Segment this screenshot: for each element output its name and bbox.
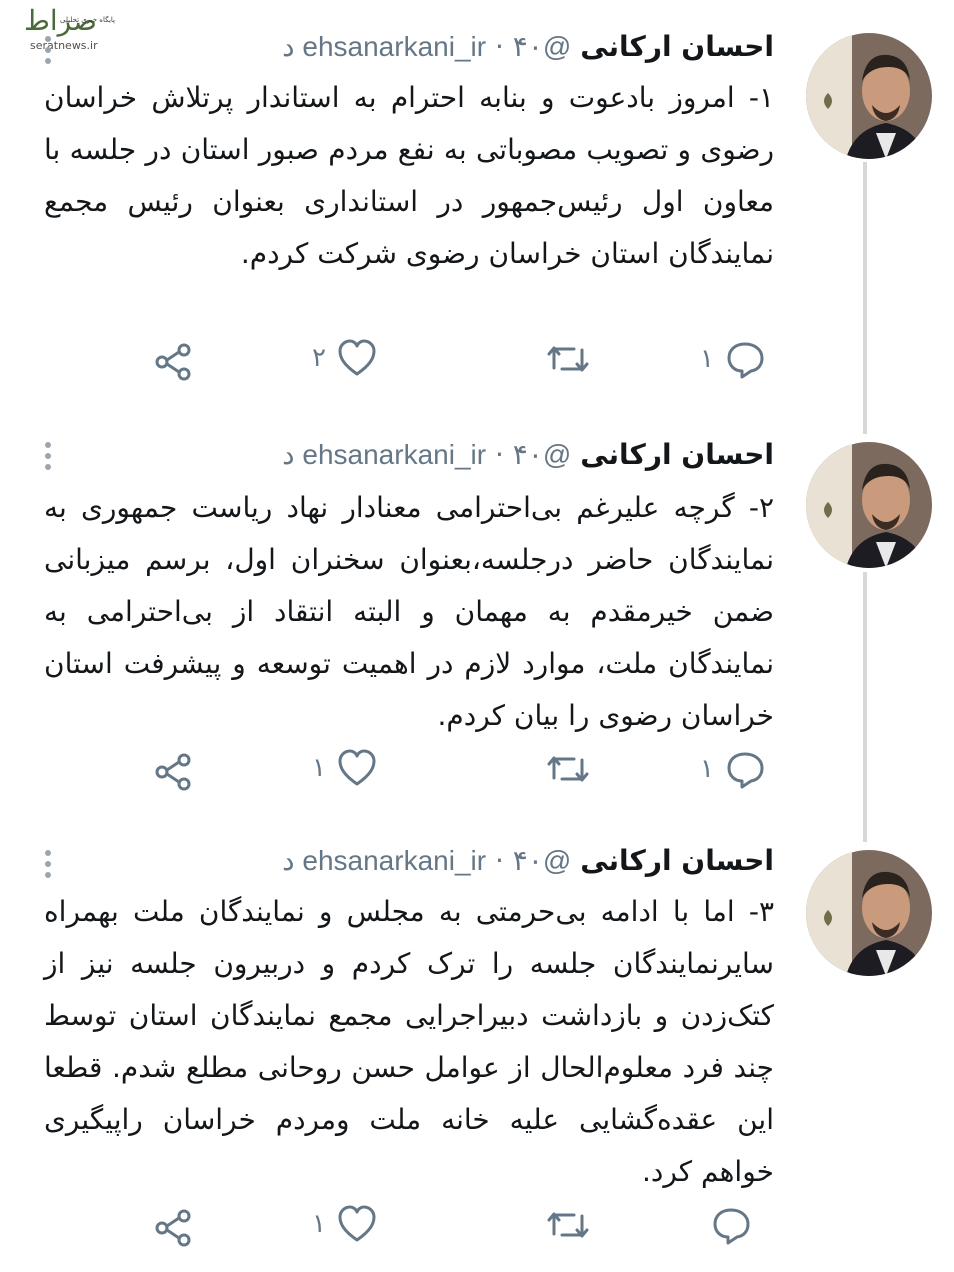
author-name[interactable]: احسان ارکانی <box>580 844 774 877</box>
reply-icon <box>727 752 764 789</box>
tweet-header: احسان ارکانی @ehsanarkani_ir · ۴۰ د <box>282 30 774 70</box>
tweet-text: ۳- اما با ادامه بی‌حرمتی به مجلس و نماین… <box>44 895 774 1188</box>
more-options-icon[interactable] <box>40 36 56 72</box>
retweet-button[interactable] <box>535 748 591 790</box>
tweet[interactable]: احسان ارکانی @ehsanarkani_ir · ۴۰ د ۱- ا… <box>0 0 954 410</box>
reply-button[interactable]: ۱ <box>700 748 766 790</box>
share-icon <box>155 1209 191 1247</box>
tweet[interactable]: احسان ارکانی @ehsanarkani_ir · ۴۰ د ۳- ا… <box>0 820 954 1272</box>
avatar[interactable] <box>806 33 932 159</box>
tweet-header: احسان ارکانی @ehsanarkani_ir · ۴۰ د <box>282 844 774 884</box>
tweet-text: ۱- امروز بادعوت و بنابه احترام به استاند… <box>44 81 774 270</box>
more-options-icon[interactable] <box>40 442 56 478</box>
tweet[interactable]: احسان ارکانی @ehsanarkani_ir · ۴۰ د ۲- گ… <box>0 410 954 820</box>
share-icon <box>155 343 191 381</box>
like-count: ۲ <box>312 343 326 373</box>
retweet-icon <box>547 346 589 372</box>
like-button[interactable]: ۱ <box>312 748 378 788</box>
tweet-header: احسان ارکانی @ehsanarkani_ir · ۴۰ د <box>282 438 774 478</box>
share-icon <box>155 753 191 791</box>
retweet-button[interactable] <box>535 338 591 380</box>
reply-button[interactable] <box>700 1204 752 1246</box>
like-count: ۱ <box>312 753 326 783</box>
separator-dot: · <box>494 844 504 877</box>
like-count: ۱ <box>312 1209 326 1239</box>
separator-dot: · <box>494 438 504 471</box>
avatar[interactable] <box>806 850 932 976</box>
author-name[interactable]: احسان ارکانی <box>580 30 774 63</box>
separator-dot: · <box>494 30 504 63</box>
retweet-icon <box>547 1212 589 1238</box>
retweet-button[interactable] <box>535 1204 591 1246</box>
heart-icon <box>338 749 376 786</box>
tweet-text: ۲- گرچه علیرغم بی‌احترامی معنادار نهاد ر… <box>44 491 774 732</box>
author-name[interactable]: احسان ارکانی <box>580 438 774 471</box>
reply-count: ۱ <box>700 754 714 784</box>
retweet-icon <box>547 756 589 782</box>
share-button[interactable] <box>154 1208 194 1248</box>
reply-count: ۱ <box>700 344 714 374</box>
heart-icon <box>338 1205 376 1242</box>
reply-icon <box>727 342 764 379</box>
reply-icon <box>713 1208 750 1245</box>
reply-button[interactable]: ۱ <box>700 338 766 380</box>
share-button[interactable] <box>154 342 194 382</box>
heart-icon <box>338 339 376 376</box>
like-button[interactable]: ۲ <box>312 338 378 378</box>
more-options-icon[interactable] <box>40 850 56 886</box>
share-button[interactable] <box>154 752 194 792</box>
avatar[interactable] <box>806 442 932 568</box>
like-button[interactable]: ۱ <box>312 1204 378 1244</box>
